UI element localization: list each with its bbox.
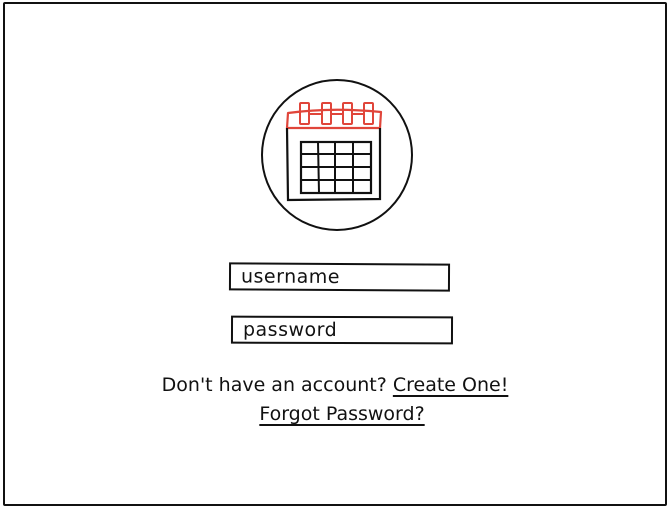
forgot-password-row: Forgot Password? xyxy=(0,403,670,425)
calendar-logo-icon xyxy=(261,79,413,231)
login-screen xyxy=(3,2,667,506)
create-account-link[interactable]: Create One! xyxy=(393,374,508,396)
password-input[interactable] xyxy=(230,315,454,345)
signup-prompt-row: Don't have an account? Create One! xyxy=(0,374,670,396)
forgot-password-link[interactable]: Forgot Password? xyxy=(259,403,424,425)
username-input[interactable] xyxy=(228,262,451,292)
signup-prompt-text: Don't have an account? xyxy=(161,374,387,396)
